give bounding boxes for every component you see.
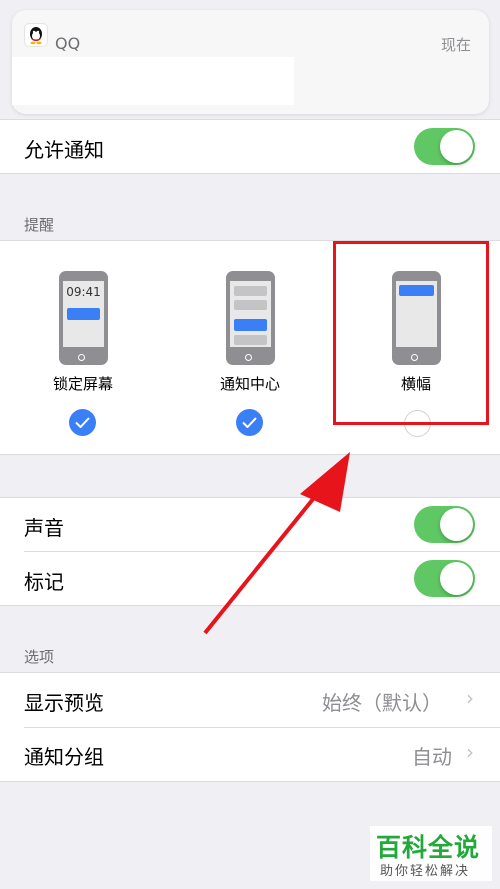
watermark-subtitle: 助你轻松解决 [380,864,471,879]
watermark-title: 百科全说 [376,833,481,862]
annotation-arrow [203,452,350,635]
watermark-logo: 百科全说 助你轻松解决 [370,826,492,881]
